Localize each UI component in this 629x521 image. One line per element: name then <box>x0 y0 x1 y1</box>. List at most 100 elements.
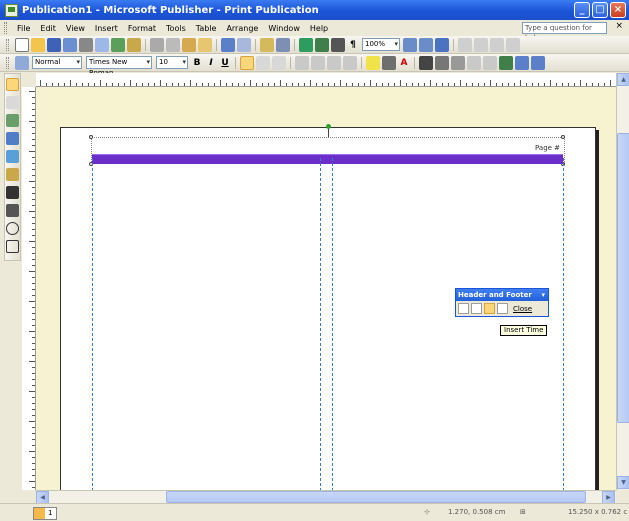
horizontal-scrollbar[interactable]: ◀ ▶ <box>36 490 616 504</box>
zoom-select[interactable]: 100% <box>362 38 400 51</box>
underline-button[interactable]: U <box>218 58 232 68</box>
email-icon[interactable] <box>63 37 77 52</box>
font-select[interactable]: Times New Roman <box>86 56 152 77</box>
header-footer-close-button[interactable]: Close <box>513 305 532 313</box>
text-box-icon[interactable] <box>6 96 19 109</box>
scroll-down-icon[interactable]: ▼ <box>617 476 629 489</box>
zoom-in-icon[interactable] <box>419 37 433 52</box>
vertical-scrollbar[interactable]: ▲ ▼ <box>616 73 629 490</box>
styles-icon[interactable] <box>15 55 29 70</box>
print-icon[interactable] <box>79 37 93 52</box>
ruler-corner[interactable] <box>22 73 36 87</box>
insert-table-icon[interactable] <box>315 37 329 52</box>
vertical-scroll-thumb[interactable] <box>617 133 629 423</box>
toolbar-grip-icon[interactable] <box>6 38 9 51</box>
menu-window[interactable]: Window <box>263 24 305 33</box>
undo-icon[interactable] <box>221 37 235 52</box>
insert-page-number-icon[interactable] <box>458 303 469 314</box>
cut-icon[interactable] <box>150 37 164 52</box>
bullets-icon[interactable] <box>311 55 325 70</box>
show-header-footer-icon[interactable] <box>497 303 508 314</box>
publisher-app-icon[interactable] <box>5 3 18 17</box>
new-icon[interactable] <box>15 37 29 52</box>
format-painter-icon[interactable] <box>198 37 212 52</box>
resize-handle[interactable] <box>561 135 565 139</box>
align-right-icon[interactable] <box>272 55 286 70</box>
menu-table[interactable]: Table <box>191 24 222 33</box>
shadow-style-icon[interactable] <box>467 55 481 70</box>
zoom-out-icon[interactable] <box>403 37 417 52</box>
menu-arrange[interactable]: Arrange <box>221 24 263 33</box>
menu-grip-icon[interactable] <box>4 22 7 34</box>
redo-icon[interactable] <box>237 37 251 52</box>
menu-format[interactable]: Format <box>123 24 161 33</box>
line-style-icon[interactable] <box>419 55 433 70</box>
help-search-input[interactable]: Type a question for help <box>522 22 607 42</box>
header-bar[interactable] <box>92 154 563 164</box>
scroll-up-icon[interactable]: ▲ <box>617 73 629 86</box>
dash-style-icon[interactable] <box>435 55 449 70</box>
fill-color-icon[interactable] <box>366 55 380 70</box>
arrow-tool-icon[interactable] <box>6 204 19 217</box>
bold-button[interactable]: B <box>190 58 204 68</box>
pilcrow-icon[interactable]: ¶ <box>346 40 360 50</box>
menu-view[interactable]: View <box>61 24 90 33</box>
next-frame-icon[interactable] <box>506 37 520 52</box>
document-close-icon[interactable]: × <box>615 21 623 31</box>
align-left-icon[interactable] <box>240 55 254 70</box>
close-button[interactable]: × <box>610 2 626 18</box>
menu-tools[interactable]: Tools <box>161 24 191 33</box>
italic-button[interactable]: I <box>204 58 218 68</box>
decrease-indent-icon[interactable] <box>327 55 341 70</box>
minimize-button[interactable]: _ <box>574 2 590 18</box>
current-page-icon[interactable] <box>34 508 45 519</box>
research-icon[interactable] <box>127 37 141 52</box>
maximize-button[interactable]: □ <box>592 2 608 18</box>
insert-table-tool-icon[interactable] <box>6 114 19 127</box>
toolbar-grip-icon[interactable] <box>6 56 9 69</box>
select-objects-icon[interactable] <box>6 78 19 91</box>
menu-help[interactable]: Help <box>305 24 333 33</box>
3d-style-icon[interactable] <box>483 55 497 70</box>
break-link-icon[interactable] <box>474 37 488 52</box>
resize-handle[interactable] <box>89 135 93 139</box>
previous-frame-icon[interactable] <box>490 37 504 52</box>
save-icon[interactable] <box>47 37 61 52</box>
increase-indent-icon[interactable] <box>343 55 357 70</box>
insert-date-icon[interactable] <box>471 303 482 314</box>
arrow-style-icon[interactable] <box>451 55 465 70</box>
font-color-button[interactable]: A <box>397 58 411 68</box>
clip-art-icon[interactable] <box>6 168 19 181</box>
insert-time-icon[interactable] <box>484 303 495 314</box>
paste-icon[interactable] <box>182 37 196 52</box>
menu-insert[interactable]: Insert <box>90 24 123 33</box>
style-select[interactable]: Normal <box>32 56 82 69</box>
help-icon[interactable] <box>435 37 449 52</box>
numbering-icon[interactable] <box>295 55 309 70</box>
align-center-icon[interactable] <box>256 55 270 70</box>
rectangle-tool-icon[interactable] <box>6 240 19 253</box>
bring-to-front-icon[interactable] <box>260 37 274 52</box>
font-size-select[interactable]: 10 <box>156 56 188 69</box>
rotate-icon[interactable] <box>276 37 290 52</box>
horizontal-scroll-thumb[interactable] <box>166 491 586 503</box>
page-navigator[interactable]: 1 <box>33 507 57 520</box>
horizontal-ruler[interactable] <box>36 73 616 87</box>
page-number[interactable]: 1 <box>45 508 56 519</box>
oval-tool-icon[interactable] <box>6 222 19 235</box>
vertical-ruler[interactable] <box>22 87 36 490</box>
wordart-icon[interactable] <box>6 132 19 145</box>
copy-icon[interactable] <box>166 37 180 52</box>
columns-icon[interactable] <box>331 37 345 52</box>
spelling-icon[interactable] <box>111 37 125 52</box>
header-footer-title[interactable]: Header and Footer <box>456 289 548 301</box>
print-preview-icon[interactable] <box>95 37 109 52</box>
rotation-handle[interactable] <box>326 124 331 129</box>
align-objects-icon[interactable] <box>499 55 513 70</box>
picture-frame-icon[interactable] <box>6 150 19 163</box>
open-icon[interactable] <box>31 37 45 52</box>
ungroup-icon[interactable] <box>531 55 545 70</box>
menu-edit[interactable]: Edit <box>35 24 61 33</box>
insert-hyperlink-icon[interactable] <box>299 37 313 52</box>
page-number-field[interactable]: Page # <box>535 144 560 152</box>
